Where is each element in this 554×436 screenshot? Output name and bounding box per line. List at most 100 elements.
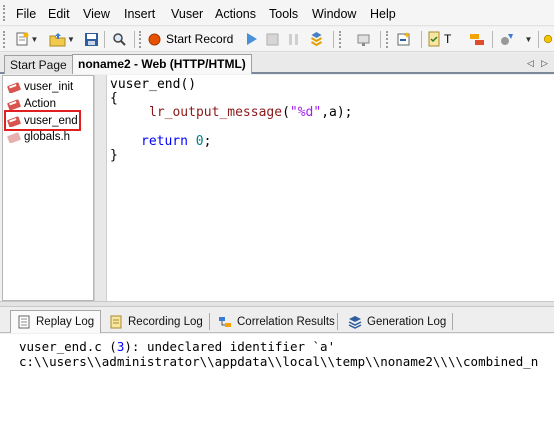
tree-item-label: vuser_end [24, 114, 78, 127]
number-literal: 0 [195, 134, 204, 149]
options-icon [501, 34, 513, 45]
start-record-label: Start Record [166, 32, 234, 46]
code-line-5: } [110, 148, 118, 163]
tree-item-globals-h[interactable]: globals.h [7, 129, 70, 144]
arrange-button[interactable] [468, 30, 486, 48]
menu-file[interactable]: File [16, 7, 36, 21]
start-record-button[interactable]: Start Record [148, 30, 238, 48]
pin-icon [543, 34, 553, 44]
pause-button[interactable] [285, 30, 301, 48]
play-icon [246, 33, 257, 45]
tree-item-label: globals.h [24, 130, 71, 143]
pin-button[interactable] [542, 30, 554, 48]
error-message: ): undeclared identifier `a' [124, 339, 336, 354]
menu-help[interactable]: Help [370, 7, 396, 21]
checklist-button[interactable]: T [427, 30, 461, 48]
tab-start-page[interactable]: Start Page [4, 55, 73, 74]
paren-open: ( [282, 105, 290, 120]
tab-scroll-left-icon[interactable]: ◁ [527, 58, 534, 69]
tab-label: Correlation Results [237, 315, 335, 328]
output-tab-strip: Replay Log Recording Log Correlation Res… [0, 307, 554, 333]
find-button[interactable] [110, 30, 128, 48]
chevron-down-icon: ▼ [524, 34, 533, 44]
options-button[interactable] [498, 30, 516, 48]
menu-actions[interactable]: Actions [215, 7, 256, 21]
tab-separator [452, 313, 453, 330]
toolbar-separator [134, 31, 135, 48]
tab-generation-log[interactable]: Generation Log [342, 310, 452, 333]
tree-item-vuser-init[interactable]: vuser_init [7, 79, 73, 94]
correlation-icon [219, 316, 231, 327]
replay-log-output[interactable]: vuser_end.c (3): undeclared identifier `… [0, 334, 554, 436]
code-editor[interactable]: vuser_end() { lr_output_message("%d",a);… [107, 75, 554, 301]
add-step-icon [397, 32, 410, 46]
chevron-down-icon: ▼ [67, 34, 75, 44]
tab-separator [337, 313, 338, 330]
tab-separator [209, 313, 210, 330]
toolbar-separator [104, 31, 105, 48]
error-file: vuser_end.c ( [19, 339, 117, 354]
stop-icon [266, 33, 278, 45]
toolbar-separator [538, 31, 539, 48]
action-script-icon [7, 116, 21, 127]
action-script-icon [7, 82, 21, 93]
code-line-4: return 0; [141, 134, 211, 149]
toolbar-grip[interactable] [386, 31, 389, 48]
tab-separator [100, 313, 101, 330]
open-button[interactable]: ▼ [46, 30, 78, 48]
header-file-icon [7, 132, 21, 143]
tree-item-vuser-end[interactable]: vuser_end [4, 110, 81, 131]
document-tab-strip: Start Page noname2 - Web (HTTP/HTML) ◁ ▷ [0, 53, 554, 74]
recording-log-icon [110, 315, 122, 328]
snapshot-button[interactable] [354, 30, 372, 48]
toolbar-grip[interactable] [3, 31, 6, 48]
output-path-line: c:\\users\\administrator\\appdata\\local… [19, 354, 539, 369]
menu-window[interactable]: Window [312, 7, 356, 21]
chevron-down-icon: ▼ [30, 34, 39, 44]
truncated-toolbar-label: T [444, 32, 452, 46]
options-dropdown[interactable]: ▼ [520, 30, 536, 48]
replay-button[interactable] [243, 30, 259, 48]
tab-label: Generation Log [367, 315, 447, 328]
tab-label: Recording Log [128, 315, 203, 328]
menu-tools[interactable]: Tools [269, 7, 298, 21]
string-literal: "%d" [289, 105, 322, 120]
generation-log-icon [348, 315, 362, 329]
new-script-button[interactable]: ▼ [10, 30, 42, 48]
tab-label: Replay Log [36, 316, 95, 328]
tree-splitter[interactable] [94, 75, 107, 301]
toolbar-separator [421, 31, 422, 48]
return-keyword: return [141, 134, 188, 149]
tree-item-action[interactable]: Action [7, 96, 56, 111]
checklist-icon [428, 31, 440, 47]
arrange-icon [470, 33, 484, 45]
semicolon: ; [203, 134, 212, 149]
menu-view[interactable]: View [83, 7, 110, 21]
output-error-line: vuser_end.c (3): undeclared identifier `… [19, 339, 335, 354]
menu-vuser[interactable]: Vuser [171, 7, 203, 21]
tab-recording-log[interactable]: Recording Log [103, 310, 209, 333]
menu-bar: File Edit View Insert Vuser Actions Tool… [0, 0, 554, 26]
arguments: ,a); [321, 105, 353, 120]
stop-button[interactable] [264, 30, 280, 48]
replay-log-icon [18, 315, 30, 329]
menubar-grip[interactable] [3, 5, 6, 21]
menu-edit[interactable]: Edit [48, 7, 70, 21]
save-icon [84, 32, 98, 46]
save-button[interactable] [82, 30, 100, 48]
tab-correlation-results[interactable]: Correlation Results [212, 310, 341, 333]
action-script-icon [7, 99, 21, 110]
menu-insert[interactable]: Insert [124, 7, 155, 21]
tab-noname2-script[interactable]: noname2 - Web (HTTP/HTML) [72, 54, 252, 74]
compile-button[interactable] [307, 30, 325, 48]
tab-scroll-right-icon[interactable]: ▷ [541, 58, 548, 69]
code-line-2: { [110, 91, 118, 106]
tab-replay-log[interactable]: Replay Log [10, 310, 102, 333]
snapshot-icon [357, 34, 369, 46]
add-step-button[interactable] [395, 30, 413, 48]
toolbar-grip[interactable] [339, 31, 342, 48]
tree-item-label: vuser_init [24, 80, 74, 93]
toolbar-separator [380, 31, 381, 48]
toolbar-grip[interactable] [139, 31, 142, 48]
find-icon [112, 32, 126, 46]
